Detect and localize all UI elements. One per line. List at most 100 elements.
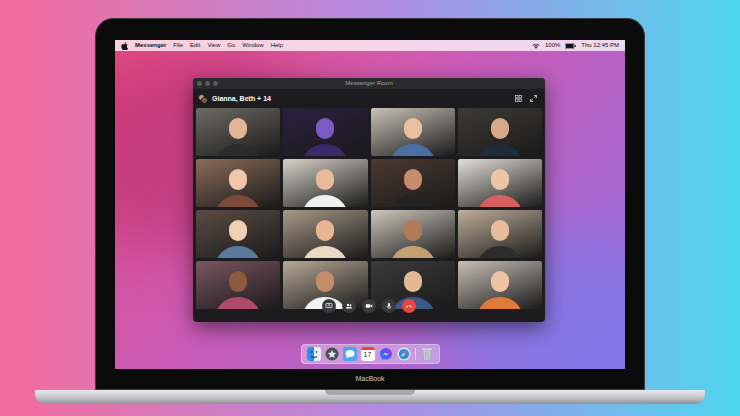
person-face (404, 118, 422, 139)
app-menu[interactable]: Messenger (135, 40, 166, 51)
person-face (316, 220, 334, 241)
video-tile[interactable] (458, 210, 542, 258)
person-face (229, 169, 247, 190)
person-face (316, 169, 334, 190)
participants-button[interactable] (342, 299, 356, 313)
messenger-icon (379, 347, 393, 361)
expand-icon[interactable] (530, 95, 537, 102)
person-body (477, 246, 523, 258)
grid-view-icon[interactable] (515, 95, 522, 102)
clock[interactable]: Thu 12:45 PM (581, 40, 619, 51)
calendar-icon: 17 (361, 347, 375, 361)
video-tile[interactable] (458, 261, 542, 309)
screen-share-icon (325, 302, 333, 310)
video-tile[interactable] (371, 108, 455, 156)
menu-item[interactable]: Go (227, 40, 235, 51)
video-tile[interactable] (196, 108, 280, 156)
person-face (491, 169, 509, 190)
video-tile[interactable] (283, 108, 367, 156)
video-tile[interactable] (458, 159, 542, 207)
video-tile[interactable] (371, 210, 455, 258)
person-body (302, 195, 348, 207)
end-call-icon (405, 302, 413, 310)
video-tile[interactable] (458, 108, 542, 156)
microphone-button[interactable] (382, 299, 396, 313)
safari-dock-item[interactable] (397, 347, 411, 361)
person-face (316, 271, 334, 292)
window-controls (197, 81, 218, 86)
launchpad-icon (325, 347, 339, 361)
screen-share-button[interactable] (322, 299, 336, 313)
battery-icon (565, 43, 576, 49)
calendar-date: 17 (364, 350, 372, 360)
person-body (215, 297, 261, 309)
person-face (404, 169, 422, 190)
menu-item[interactable]: Window (242, 40, 263, 51)
video-tile[interactable] (196, 261, 280, 309)
end-call-button[interactable] (402, 299, 416, 313)
video-tile[interactable] (371, 159, 455, 207)
messenger-dock-item[interactable] (379, 347, 393, 361)
person-body (477, 297, 523, 309)
person-body (390, 195, 436, 207)
menu-item[interactable]: File (173, 40, 183, 51)
person-body (215, 195, 261, 207)
status-area: 100% Thu 12:45 PM (532, 40, 619, 51)
trash-dock-item[interactable] (420, 347, 434, 361)
messages-icon (343, 347, 357, 361)
dock: 17 (301, 344, 440, 364)
video-grid (196, 108, 542, 309)
person-face (491, 271, 509, 292)
person-face (229, 220, 247, 241)
group-avatar-icon (198, 94, 208, 104)
calendar-header (361, 347, 375, 350)
calendar-dock-item[interactable]: 17 (361, 347, 375, 361)
trash-icon (421, 347, 433, 361)
safari-icon (397, 347, 411, 361)
window-title: Messenger Room (193, 78, 545, 89)
room-header: Gianna, Beth + 14 (193, 89, 545, 108)
person-face (404, 220, 422, 241)
person-face (229, 118, 247, 139)
laptop-base (35, 390, 705, 404)
person-face (491, 118, 509, 139)
laptop-label: MacBook (355, 374, 384, 383)
person-face (316, 118, 334, 139)
close-button[interactable] (197, 81, 202, 86)
laptop-notch (325, 390, 415, 395)
minimize-button[interactable] (205, 81, 210, 86)
person-body (215, 246, 261, 258)
zoom-button[interactable] (213, 81, 218, 86)
person-face (404, 271, 422, 292)
camera-button[interactable] (362, 299, 376, 313)
messages-dock-item[interactable] (343, 347, 357, 361)
menu-bar: Messenger File Edit View Go Window Help 100% Thu… (115, 40, 625, 51)
launchpad-dock-item[interactable] (325, 347, 339, 361)
menu-item[interactable]: View (207, 40, 220, 51)
title-bar: Messenger Room (193, 78, 545, 89)
person-face (229, 271, 247, 292)
person-body (302, 246, 348, 258)
battery-percent: 100% (545, 40, 560, 51)
camera-icon (365, 302, 373, 310)
finder-icon (307, 347, 321, 361)
header-actions (515, 95, 540, 102)
dock-row: 17 (115, 344, 625, 364)
person-body (390, 246, 436, 258)
apple-icon (121, 42, 128, 50)
video-tile[interactable] (196, 210, 280, 258)
finder-dock-item[interactable] (307, 347, 321, 361)
menu-item[interactable]: Help (271, 40, 283, 51)
person-body (477, 144, 523, 156)
menu-item[interactable]: Edit (190, 40, 200, 51)
person-body (215, 144, 261, 156)
participants-icon (345, 302, 353, 310)
video-tile[interactable] (283, 159, 367, 207)
video-tile[interactable] (196, 159, 280, 207)
video-tile[interactable] (283, 210, 367, 258)
laptop-lid: Messenger File Edit View Go Window Help 100% Thu… (95, 18, 645, 390)
dock-separator (415, 348, 416, 360)
call-controls (193, 299, 545, 313)
video-area (193, 108, 545, 322)
participants-label: Gianna, Beth + 14 (212, 94, 271, 104)
